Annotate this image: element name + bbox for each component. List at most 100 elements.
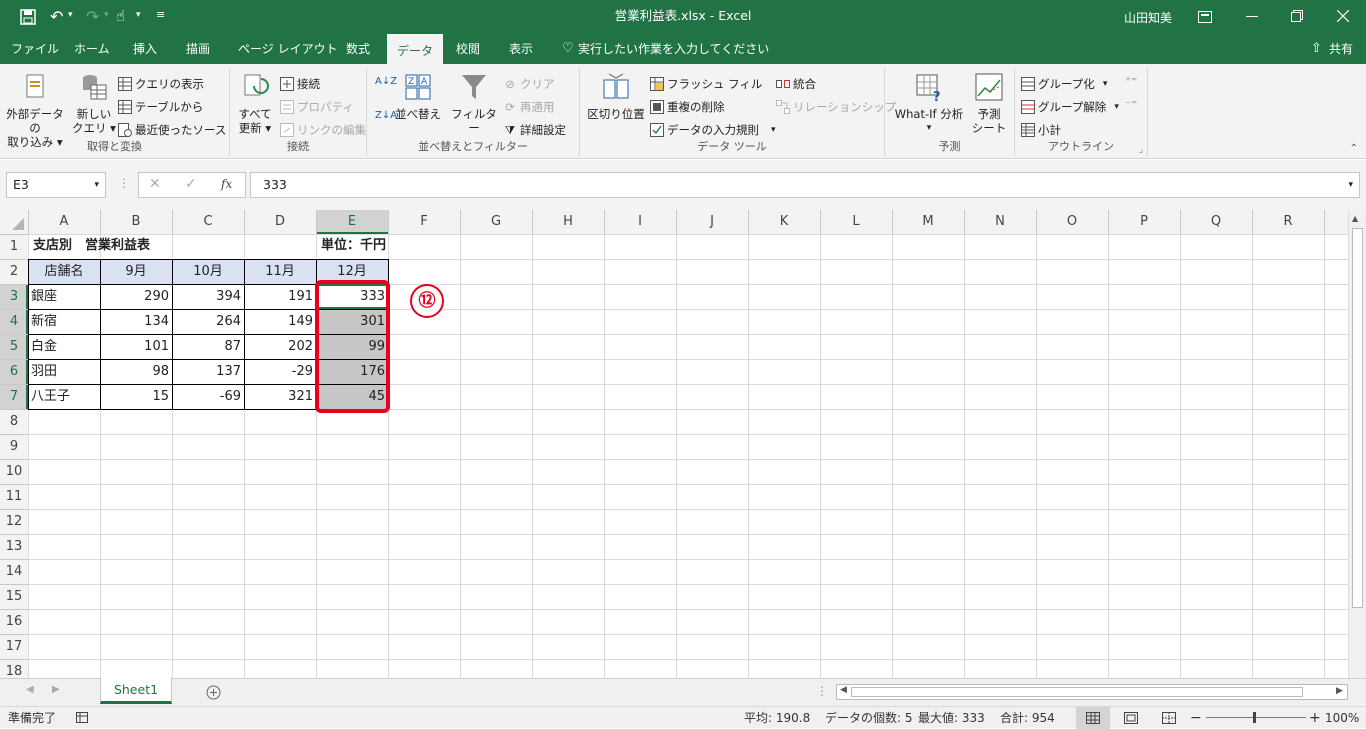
restore-icon[interactable]	[1291, 10, 1303, 22]
header-cell[interactable]: 9月	[103, 260, 169, 284]
column-header-c[interactable]: C	[172, 210, 244, 234]
user-name[interactable]: 山田知美	[1124, 9, 1172, 26]
horizontal-scrollbar[interactable]: ◀	[836, 684, 1348, 700]
table-cell[interactable]: 264	[175, 310, 241, 334]
zoom-out-icon[interactable]: −	[1190, 707, 1202, 729]
row-header-10[interactable]: 10	[0, 460, 28, 484]
worksheet-grid[interactable]: ABCDEFGHIJKLMNOPQR 1 2 3 4 5 6 7 8 9 10 11 12 13 14 15…	[0, 210, 1366, 678]
scroll-left-icon[interactable]: ◀	[840, 685, 847, 695]
table-cell[interactable]: 15	[103, 385, 169, 409]
new-query-button[interactable]: 新しい クエリ ▾	[72, 72, 116, 135]
group-button[interactable]: グループ化 ▾	[1021, 76, 1107, 92]
hide-detail-icon[interactable]: ⁻⁼	[1125, 97, 1137, 111]
macro-record-icon[interactable]	[76, 712, 88, 723]
row-header-14[interactable]: 14	[0, 560, 28, 584]
dialog-launcher-icon[interactable]: ⌟	[1139, 145, 1143, 154]
column-header-a[interactable]: A	[28, 210, 100, 234]
cell-title[interactable]: 支店別 営業利益表	[33, 234, 150, 258]
row-header-8[interactable]: 8	[0, 410, 28, 434]
vertical-scrollbar[interactable]: ▲	[1348, 210, 1366, 678]
column-header-n[interactable]: N	[964, 210, 1036, 234]
table-cell[interactable]: -29	[247, 360, 313, 384]
row-header-13[interactable]: 13	[0, 535, 28, 559]
flash-fill-button[interactable]: フラッシュ フィル	[650, 76, 762, 92]
consolidate-button[interactable]: 統合	[776, 76, 816, 92]
table-cell[interactable]: 202	[247, 335, 313, 359]
header-cell[interactable]: 11月	[247, 260, 313, 284]
what-if-button[interactable]: ? What-If 分析 ▾	[889, 72, 969, 135]
row-header-18[interactable]: 18	[0, 660, 28, 678]
row-header-5[interactable]: 5	[0, 335, 28, 359]
minimize-icon[interactable]	[1246, 16, 1258, 18]
page-break-view-icon[interactable]	[1162, 712, 1176, 724]
table-cell[interactable]: 101	[103, 335, 169, 359]
text-to-columns-button[interactable]: 区切り位置	[584, 72, 648, 121]
add-sheet-icon[interactable]	[206, 685, 221, 700]
ungroup-button[interactable]: グループ解除 ▾	[1021, 99, 1119, 115]
zoom-slider-thumb[interactable]	[1253, 712, 1256, 723]
column-header-p[interactable]: P	[1108, 210, 1180, 234]
column-header-l[interactable]: L	[820, 210, 892, 234]
show-detail-icon[interactable]: ⁺⁼	[1125, 74, 1137, 88]
zoom-level[interactable]: 100%	[1325, 707, 1359, 729]
row-header-12[interactable]: 12	[0, 510, 28, 534]
name-box[interactable]: E3 ▾	[6, 172, 106, 198]
cell-unit[interactable]: 単位：千円	[260, 234, 386, 258]
table-cell[interactable]: 149	[247, 310, 313, 334]
page-layout-view-icon[interactable]	[1124, 712, 1138, 724]
tab-draw[interactable]: 描画	[186, 34, 210, 64]
tab-insert[interactable]: 挿入	[133, 34, 157, 64]
table-cell[interactable]: 新宿	[31, 310, 97, 334]
tab-view[interactable]: 表示	[509, 34, 533, 64]
table-cell[interactable]: 98	[103, 360, 169, 384]
table-cell[interactable]: 394	[175, 285, 241, 309]
column-header-h[interactable]: H	[532, 210, 604, 234]
advanced-filter-button[interactable]: ⧩ 詳細設定	[503, 122, 566, 138]
column-header-d[interactable]: D	[244, 210, 316, 234]
sort-button[interactable]: ZA 並べ替え	[393, 72, 443, 121]
scroll-thumb[interactable]	[851, 687, 1303, 697]
table-cell[interactable]: 八王子	[31, 385, 97, 409]
header-cell[interactable]: 12月	[319, 260, 385, 284]
column-header-o[interactable]: O	[1036, 210, 1108, 234]
tab-page-layout[interactable]: ページ レイアウト	[238, 34, 338, 64]
table-cell[interactable]: 白金	[31, 335, 97, 359]
table-cell[interactable]: 銀座	[31, 285, 97, 309]
prev-sheet-icon[interactable]: ◀	[26, 684, 34, 695]
subtotal-button[interactable]: 小計	[1021, 122, 1061, 138]
share-button[interactable]: 共有	[1329, 34, 1353, 64]
table-cell[interactable]: 290	[103, 285, 169, 309]
column-header-e[interactable]: E	[316, 210, 388, 234]
drag-handle-icon[interactable]: ⋮	[118, 176, 130, 190]
touch-mode-icon[interactable]: ☝	[116, 7, 125, 25]
row-header-16[interactable]: 16	[0, 610, 28, 634]
column-header-q[interactable]: Q	[1180, 210, 1252, 234]
tab-data[interactable]: データ	[387, 34, 444, 64]
next-sheet-icon[interactable]: ▶	[52, 684, 60, 695]
column-header-i[interactable]: I	[604, 210, 676, 234]
table-cell[interactable]: -69	[175, 385, 241, 409]
column-header-k[interactable]: K	[748, 210, 820, 234]
touch-dropdown-icon[interactable]: ▾	[136, 10, 141, 20]
tab-formulas[interactable]: 数式	[346, 34, 370, 64]
filter-button[interactable]: フィルター	[449, 72, 499, 135]
row-header-1[interactable]: 1	[0, 235, 28, 259]
table-cell[interactable]: 333	[319, 285, 385, 309]
table-cell[interactable]: 191	[247, 285, 313, 309]
column-header-r[interactable]: R	[1252, 210, 1324, 234]
ribbon-display-icon[interactable]	[1198, 11, 1212, 23]
save-icon[interactable]	[20, 9, 36, 25]
tab-split-handle[interactable]: ⋮	[816, 684, 828, 698]
row-header-6[interactable]: 6	[0, 360, 28, 384]
zoom-slider[interactable]	[1206, 712, 1306, 723]
expand-formula-icon[interactable]: ▾	[1348, 173, 1353, 197]
refresh-all-button[interactable]: すべて 更新 ▾	[234, 72, 276, 135]
row-header-2[interactable]: 2	[0, 260, 28, 284]
row-header-4[interactable]: 4	[0, 310, 28, 334]
formula-input[interactable]: 333 ▾	[250, 172, 1360, 198]
normal-view-button[interactable]	[1076, 707, 1110, 729]
sheet-tab-sheet1[interactable]: Sheet1	[100, 678, 172, 704]
scroll-up-icon[interactable]: ▲	[1352, 214, 1358, 223]
table-cell[interactable]: 137	[175, 360, 241, 384]
table-cell[interactable]: 45	[319, 385, 385, 409]
